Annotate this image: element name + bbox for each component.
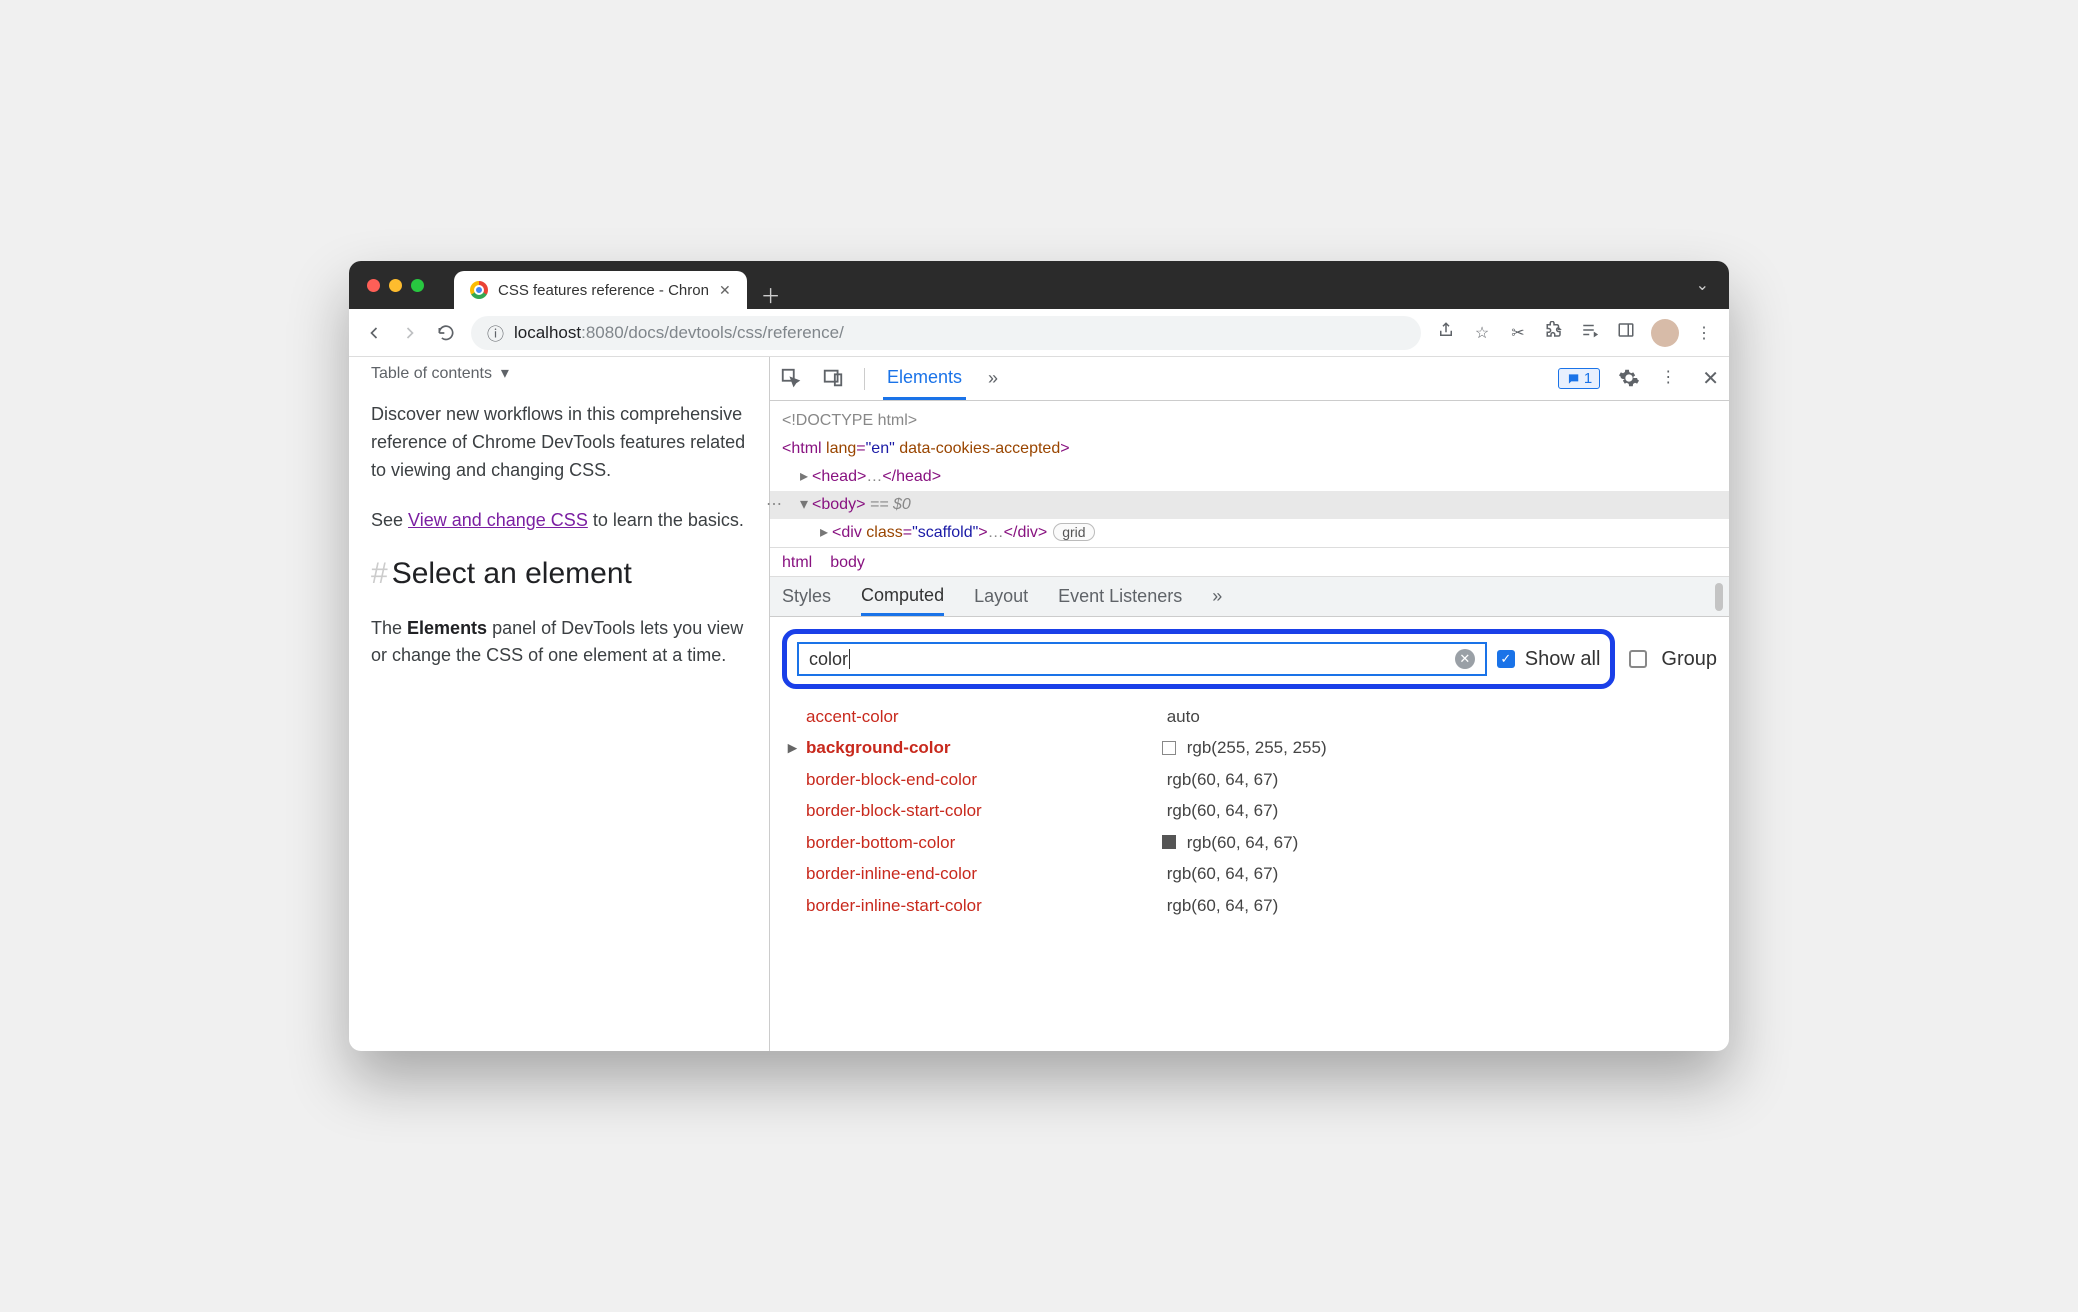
paragraph: See View and change CSS to learn the bas… <box>371 507 747 535</box>
expand-triangle-icon[interactable] <box>800 463 808 491</box>
new-tab-button[interactable]: ＋ <box>761 280 781 309</box>
anchor-hash-icon[interactable]: # <box>371 557 388 590</box>
property-name: accent-color <box>782 701 1162 732</box>
link-view-change-css[interactable]: View and change CSS <box>408 510 588 530</box>
playlist-icon[interactable] <box>1579 321 1601 344</box>
browser-tab[interactable]: CSS features reference - Chron ✕ <box>454 271 747 309</box>
close-devtools-icon[interactable]: ✕ <box>1702 366 1719 391</box>
dom-tree[interactable]: <!DOCTYPE html> <html lang="en" data-coo… <box>770 401 1729 547</box>
property-row[interactable]: border-inline-end-color rgb(60, 64, 67) <box>782 858 1729 889</box>
property-row[interactable]: border-block-start-color rgb(60, 64, 67) <box>782 795 1729 826</box>
back-button[interactable] <box>363 322 385 344</box>
group-checkbox[interactable] <box>1629 650 1647 668</box>
property-value: rgb(60, 64, 67) <box>1162 827 1298 858</box>
bookmark-icon[interactable]: ☆ <box>1471 323 1493 343</box>
property-name: ▸background-color <box>782 732 1162 763</box>
minimize-window-button[interactable] <box>389 279 402 292</box>
property-value: rgb(60, 64, 67) <box>1162 764 1278 795</box>
color-swatch-icon[interactable] <box>1162 741 1176 755</box>
property-name: border-block-start-color <box>782 795 1162 826</box>
devtools-panel: Elements » 1 ⋮ ✕ <!DOCTYPE html> <html l… <box>769 357 1729 1051</box>
extensions-icon[interactable] <box>1543 321 1565 344</box>
tab-title: CSS features reference - Chron <box>498 282 709 299</box>
tab-more-icon[interactable]: » <box>984 357 1002 400</box>
property-value: rgb(60, 64, 67) <box>1162 795 1278 826</box>
tab-elements[interactable]: Elements <box>883 357 966 400</box>
reload-button[interactable] <box>435 322 457 344</box>
paragraph: The Elements panel of DevTools lets you … <box>371 615 747 671</box>
filter-input[interactable]: color ✕ <box>797 642 1487 676</box>
settings-gear-icon[interactable] <box>1618 367 1642 391</box>
devtools-menu-icon[interactable]: ⋮ <box>1660 367 1684 391</box>
expand-triangle-icon[interactable] <box>820 519 828 547</box>
property-row[interactable]: border-inline-start-color rgb(60, 64, 67… <box>782 890 1729 921</box>
device-toolbar-icon[interactable] <box>822 367 846 391</box>
web-page: Table of contents ▾ Discover new workflo… <box>349 357 769 1051</box>
property-value: rgb(60, 64, 67) <box>1162 890 1278 921</box>
property-name: border-inline-end-color <box>782 858 1162 889</box>
subtab-computed[interactable]: Computed <box>861 577 944 616</box>
inspect-element-icon[interactable] <box>780 367 804 391</box>
color-swatch-icon[interactable] <box>1162 835 1176 849</box>
property-value: rgb(60, 64, 67) <box>1162 858 1278 889</box>
chrome-menu-icon[interactable]: ⋮ <box>1693 323 1715 343</box>
show-all-checkbox[interactable]: ✓ <box>1497 650 1515 668</box>
sidepanel-icon[interactable] <box>1615 321 1637 344</box>
annotation-highlight: color ✕ ✓ Show all <box>782 629 1615 689</box>
chrome-favicon-icon <box>470 281 488 299</box>
property-row[interactable]: accent-color auto <box>782 701 1729 732</box>
scissors-icon[interactable]: ✂ <box>1507 323 1529 343</box>
property-name: border-block-end-color <box>782 764 1162 795</box>
profile-avatar[interactable] <box>1651 319 1679 347</box>
titlebar: CSS features reference - Chron ✕ ＋ ⌄ <box>349 261 1729 309</box>
styles-subtabs: Styles Computed Layout Event Listeners » <box>770 577 1729 617</box>
subtab-more-icon[interactable]: » <box>1212 577 1222 616</box>
subtab-layout[interactable]: Layout <box>974 577 1028 616</box>
share-icon[interactable] <box>1435 321 1457 344</box>
computed-properties-list[interactable]: accent-color auto▸background-color rgb(2… <box>770 701 1729 927</box>
table-of-contents-toggle[interactable]: Table of contents ▾ <box>371 357 747 401</box>
property-value: rgb(255, 255, 255) <box>1162 732 1327 763</box>
expand-triangle-icon[interactable]: ▸ <box>788 732 797 763</box>
scrollbar[interactable] <box>1715 583 1723 611</box>
property-row[interactable]: ▸background-color rgb(255, 255, 255) <box>782 732 1729 763</box>
property-name: border-bottom-color <box>782 827 1162 858</box>
clear-filter-icon[interactable]: ✕ <box>1455 649 1475 669</box>
subtab-styles[interactable]: Styles <box>782 577 831 616</box>
property-name: border-inline-start-color <box>782 890 1162 921</box>
grid-badge[interactable]: grid <box>1053 523 1094 541</box>
property-value: auto <box>1162 701 1200 732</box>
browser-window: CSS features reference - Chron ✕ ＋ ⌄ ⓘ l… <box>349 261 1729 1051</box>
subtab-event-listeners[interactable]: Event Listeners <box>1058 577 1182 616</box>
address-bar[interactable]: ⓘ localhost:8080/docs/devtools/css/refer… <box>471 316 1421 350</box>
tab-list-chevron-icon[interactable]: ⌄ <box>1696 275 1709 295</box>
property-row[interactable]: border-bottom-color rgb(60, 64, 67) <box>782 827 1729 858</box>
breadcrumb[interactable]: htmlbody <box>770 547 1729 577</box>
browser-toolbar: ⓘ localhost:8080/docs/devtools/css/refer… <box>349 309 1729 357</box>
close-window-button[interactable] <box>367 279 380 292</box>
forward-button <box>399 322 421 344</box>
paragraph: Discover new workflows in this comprehen… <box>371 401 747 485</box>
close-tab-icon[interactable]: ✕ <box>719 282 731 299</box>
property-row[interactable]: border-block-end-color rgb(60, 64, 67) <box>782 764 1729 795</box>
expand-triangle-icon[interactable] <box>800 491 808 519</box>
devtools-tabbar: Elements » 1 ⋮ ✕ <box>770 357 1729 401</box>
maximize-window-button[interactable] <box>411 279 424 292</box>
site-info-icon[interactable]: ⓘ <box>487 320 504 345</box>
issues-badge[interactable]: 1 <box>1558 368 1600 389</box>
select-element-heading: #Select an element <box>371 557 747 591</box>
